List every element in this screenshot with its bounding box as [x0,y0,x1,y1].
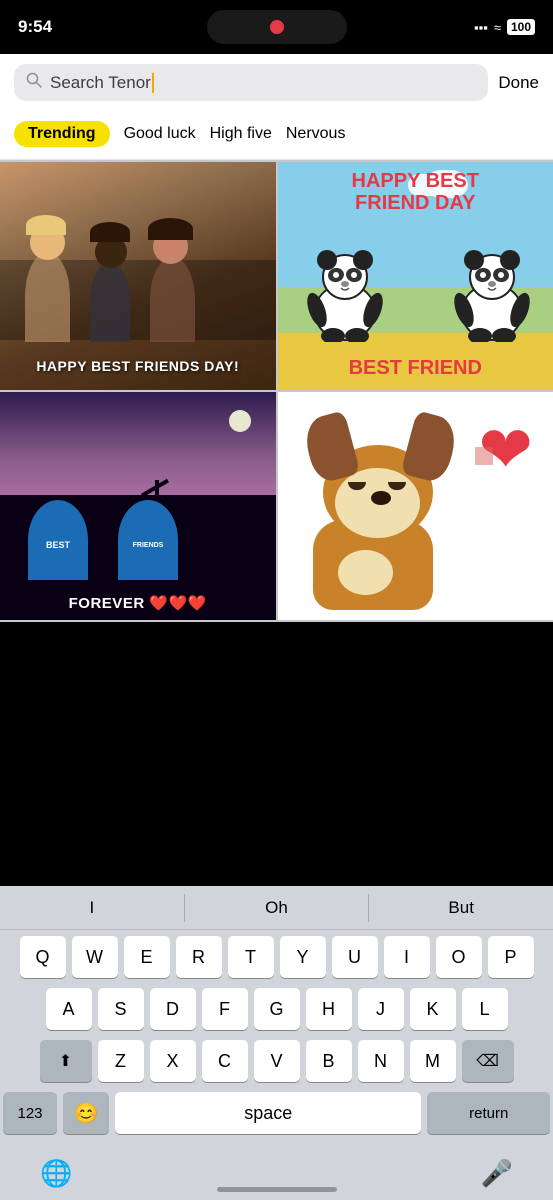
key-s[interactable]: S [98,988,144,1030]
key-q[interactable]: Q [20,936,66,978]
key-row-2: A S D F G H J K L [3,988,550,1030]
gif-friends-day[interactable]: HAPPY BEST FRIENDS DAY! [0,162,276,390]
key-m[interactable]: M [410,1040,456,1082]
done-button[interactable]: Done [498,73,539,93]
bottom-bar: 🌐 🎤 [0,1146,553,1200]
key-f[interactable]: F [202,988,248,1030]
key-e[interactable]: E [124,936,170,978]
globe-icon[interactable]: 🌐 [40,1158,72,1189]
numbers-key[interactable]: 123 [3,1092,57,1134]
tab-trending[interactable]: Trending [14,121,110,147]
gif-forever-text: FOREVER ❤️❤️❤️ [0,594,276,612]
space-key[interactable]: space [115,1092,421,1134]
search-input[interactable]: Search Tenor [50,73,476,93]
microphone-icon[interactable]: 🎤 [481,1158,513,1189]
search-area: Search Tenor Done [0,54,553,111]
text-cursor [152,73,154,93]
key-t[interactable]: T [228,936,274,978]
gif-friends-text: HAPPY BEST FRIENDS DAY! [0,358,276,374]
key-row-1: Q W E R T Y U I O P [3,936,550,978]
key-y[interactable]: Y [280,936,326,978]
wifi-icon: ≈ [494,20,501,35]
panda-svg-2 [450,242,535,342]
key-o[interactable]: O [436,936,482,978]
shift-key[interactable]: ⬆ [40,1040,92,1082]
search-icon [26,72,42,93]
tab-goodluck[interactable]: Good luck [124,125,196,143]
status-bar: 9:54 ▪▪▪ ≈ 100 [0,0,553,54]
key-k[interactable]: K [410,988,456,1030]
category-tabs: Trending Good luck High five Nervous [0,111,553,160]
gif-grid: HAPPY BEST FRIENDS DAY! [0,160,553,622]
key-r[interactable]: R [176,936,222,978]
key-b[interactable]: B [306,1040,352,1082]
key-w[interactable]: W [72,936,118,978]
keyboard-section: I Oh But Q W E R T Y U I O P A S D F G H… [0,886,553,1200]
key-l[interactable]: L [462,988,508,1030]
key-row-4: 123 😊 space return [3,1092,550,1134]
key-c[interactable]: C [202,1040,248,1082]
key-a[interactable]: A [46,988,92,1030]
key-u[interactable]: U [332,936,378,978]
key-j[interactable]: J [358,988,404,1030]
key-p[interactable]: P [488,936,534,978]
home-indicator [217,1187,337,1192]
gif-panda-friends[interactable]: HAPPY BESTFRIEND DAY [278,162,553,390]
record-dot [270,20,284,34]
predictive-word-i[interactable]: I [0,898,184,918]
left-column: HAPPY BEST FRIENDS DAY! [0,162,276,620]
key-z[interactable]: Z [98,1040,144,1082]
search-placeholder: Search Tenor [50,73,151,93]
key-i[interactable]: I [384,936,430,978]
main-content: Search Tenor Done Trending Good luck Hig… [0,54,553,622]
return-key[interactable]: return [427,1092,550,1134]
tab-highfive[interactable]: High five [210,125,272,143]
key-n[interactable]: N [358,1040,404,1082]
keyboard-rows: Q W E R T Y U I O P A S D F G H J K L ⬆ … [0,930,553,1146]
status-icons: ▪▪▪ ≈ 100 [474,19,535,35]
search-bar[interactable]: Search Tenor [14,64,488,101]
gif-puppy-heart[interactable]: ❤ [278,392,553,620]
grave-text-best: BEST [46,540,70,550]
panda-subtitle: BEST FRIEND [278,357,553,380]
right-column: HAPPY BESTFRIEND DAY [278,162,553,620]
tab-nervous[interactable]: Nervous [286,125,346,143]
panda-svg-1 [303,242,388,342]
delete-key[interactable]: ⌫ [462,1040,514,1082]
predictive-word-but[interactable]: But [369,898,553,918]
key-g[interactable]: G [254,988,300,1030]
key-x[interactable]: X [150,1040,196,1082]
panda-title: HAPPY BESTFRIEND DAY [278,170,553,214]
emoji-key[interactable]: 😊 [63,1092,109,1134]
predictive-bar: I Oh But [0,886,553,930]
key-v[interactable]: V [254,1040,300,1082]
key-row-3: ⬆ Z X C V B N M ⌫ [3,1040,550,1082]
key-h[interactable]: H [306,988,352,1030]
status-time: 9:54 [18,17,52,37]
key-d[interactable]: D [150,988,196,1030]
gif-graveyard[interactable]: BEST FRIENDS FOREVER ❤️❤️❤️ [0,392,276,620]
grave-text-friends: FRIENDS [133,542,164,549]
recording-indicator [207,10,347,44]
signal-icon: ▪▪▪ [474,20,488,35]
predictive-word-oh[interactable]: Oh [185,898,369,918]
battery-icon: 100 [507,19,535,35]
